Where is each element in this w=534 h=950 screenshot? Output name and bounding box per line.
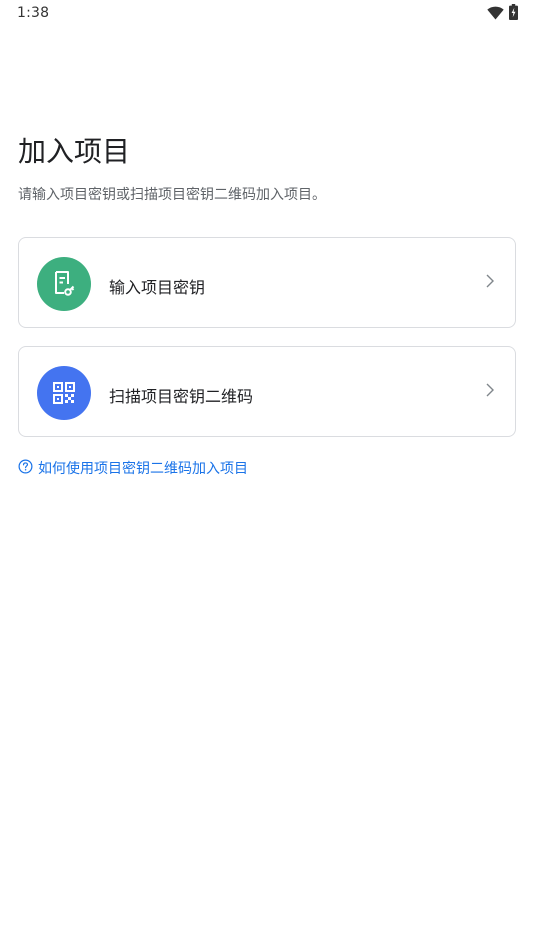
status-icons xyxy=(487,4,518,24)
help-link[interactable]: 如何使用项目密钥二维码加入项目 xyxy=(18,458,248,478)
help-circle-icon xyxy=(18,459,33,478)
document-key-icon xyxy=(37,257,91,311)
chevron-right-icon xyxy=(485,382,495,402)
scan-qr-code-label: 扫描项目密钥二维码 xyxy=(109,387,254,406)
battery-icon xyxy=(509,4,518,24)
status-time: 1:38 xyxy=(17,5,50,21)
qr-code-icon xyxy=(37,366,91,420)
enter-project-key-option[interactable]: 输入项目密钥 xyxy=(18,237,516,328)
scan-qr-code-option[interactable]: 扫描项目密钥二维码 xyxy=(18,346,516,437)
chevron-right-icon xyxy=(485,273,495,293)
enter-project-key-label: 输入项目密钥 xyxy=(109,278,206,297)
status-bar: 1:38 xyxy=(0,0,534,28)
wifi-icon xyxy=(487,5,504,24)
page-title: 加入项目 xyxy=(18,135,131,168)
help-link-label: 如何使用项目密钥二维码加入项目 xyxy=(38,461,248,477)
page-subtitle: 请输入项目密钥或扫描项目密钥二维码加入项目。 xyxy=(18,187,326,203)
